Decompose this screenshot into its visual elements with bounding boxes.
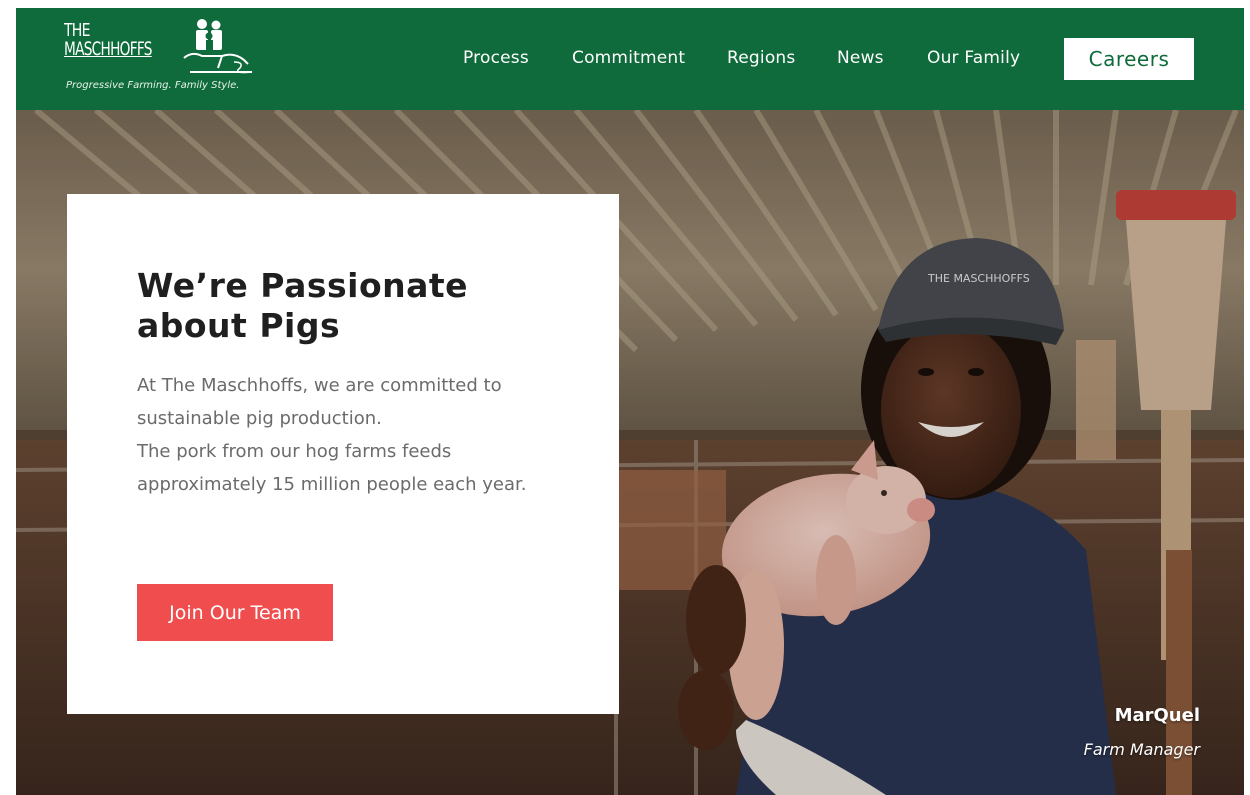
hero-title: We’re Passionate about Pigs xyxy=(137,266,469,345)
photo-caption-name: MarQuel xyxy=(1114,705,1200,726)
nav-item-our-family[interactable]: Our Family xyxy=(927,48,1020,68)
main-nav: Process Commitment Regions News Our Fami… xyxy=(16,8,1244,110)
page-frame: THE MASCHHOFFS Progressive Farming. Fami… xyxy=(16,8,1244,795)
nav-item-commitment[interactable]: Commitment xyxy=(572,48,685,68)
nav-item-news[interactable]: News xyxy=(837,48,884,68)
nav-item-process[interactable]: Process xyxy=(463,48,529,68)
join-our-team-button[interactable]: Join Our Team xyxy=(137,584,333,641)
careers-button[interactable]: Careers xyxy=(1064,38,1194,80)
nav-item-regions[interactable]: Regions xyxy=(727,48,795,68)
hero-card: We’re Passionate about Pigs At The Masch… xyxy=(67,194,619,714)
hero-body-line-1: At The Maschhoffs, we are committed to s… xyxy=(137,375,502,429)
hero-section: THE MASCHHOFFS We’re Passionate about Pi… xyxy=(16,110,1244,795)
hero-body: At The Maschhoffs, we are committed to s… xyxy=(137,369,557,501)
photo-caption-role: Farm Manager xyxy=(1083,740,1200,759)
hero-body-line-2: The pork from our hog farms feeds approx… xyxy=(137,441,527,495)
site-header: THE MASCHHOFFS Progressive Farming. Fami… xyxy=(16,8,1244,110)
